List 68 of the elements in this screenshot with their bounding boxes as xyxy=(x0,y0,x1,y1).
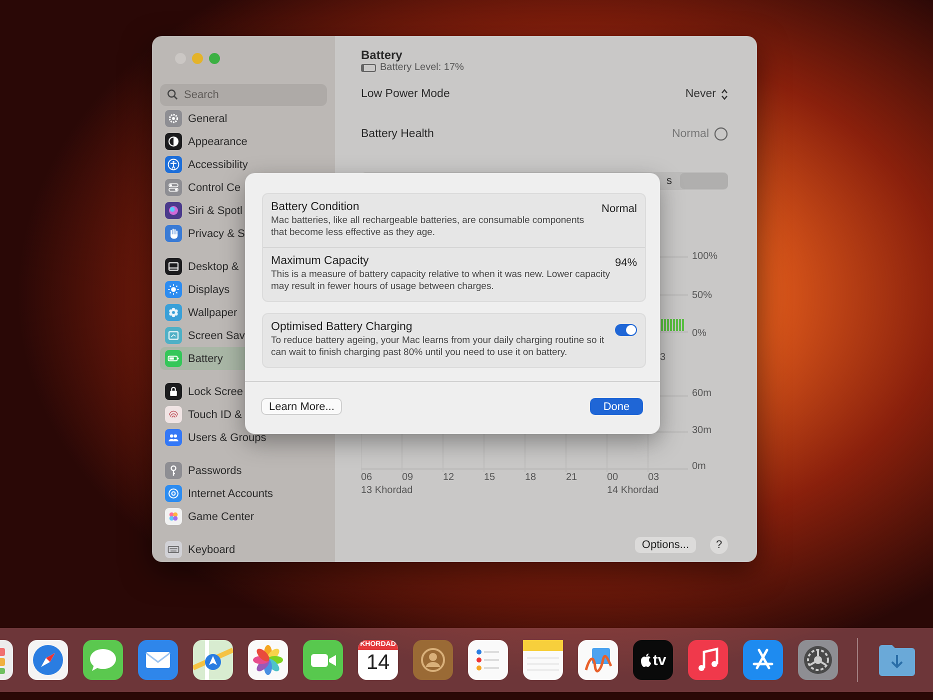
info-button[interactable] xyxy=(714,127,728,141)
setting-description: Mac batteries, like all rechargeable batteries, are consumable components that become less effective as they age. xyxy=(271,215,586,239)
speech-bubble-icon[interactable] xyxy=(83,640,123,680)
date-label: 14 Khordad xyxy=(607,485,659,496)
map-icon[interactable] xyxy=(193,640,233,680)
help-button[interactable]: ? xyxy=(710,536,728,554)
options-button[interactable]: Options... xyxy=(634,537,696,553)
setting-title: Maximum Capacity xyxy=(271,254,370,269)
axis-label: 15 xyxy=(484,472,496,483)
done-button[interactable]: Done xyxy=(590,398,643,415)
sidebar-item[interactable]: Passwords xyxy=(160,459,327,482)
calendar-day: 14 xyxy=(366,650,390,676)
axis-label: 03 xyxy=(648,472,660,483)
axis-label: 21 xyxy=(566,472,578,483)
axis-label: 09 xyxy=(402,472,414,483)
search-field[interactable]: Search xyxy=(160,84,327,106)
folder-icon[interactable] xyxy=(877,642,917,678)
tv-label: tv xyxy=(652,652,666,668)
sidebar-item[interactable]: Game Center xyxy=(160,505,327,528)
battery-level-icon xyxy=(361,64,376,72)
apple-icon xyxy=(640,653,652,667)
setting-value: Normal xyxy=(602,202,637,217)
squiggle-icon[interactable] xyxy=(578,640,618,680)
axis-label: 100% xyxy=(692,251,719,262)
axis-label: 0m xyxy=(692,461,707,472)
axis-label: 06 xyxy=(361,472,372,483)
setting-label: Battery Health xyxy=(361,128,434,140)
axis-label: 60m xyxy=(692,388,712,399)
sidebar-item[interactable]: Internet Accounts xyxy=(160,482,327,505)
axis-label: 50% xyxy=(692,290,714,300)
setting-title: Optimised Battery Charging xyxy=(271,320,414,335)
toggle-switch[interactable] xyxy=(615,324,637,336)
contact-card-icon[interactable] xyxy=(413,640,453,680)
gear-icon[interactable] xyxy=(798,640,838,680)
sidebar-item[interactable]: Users & Groups xyxy=(160,426,327,449)
chevron-up-down-icon xyxy=(721,88,728,100)
envelope-icon[interactable] xyxy=(138,640,178,680)
setting-label: Low Power Mode xyxy=(361,88,450,100)
tv-app-icon[interactable]: tv xyxy=(633,640,673,680)
sidebar-item[interactable]: Accessibility xyxy=(160,153,327,176)
video-camera-icon[interactable] xyxy=(303,640,343,680)
learn-more-button[interactable]: Learn More... xyxy=(261,398,342,415)
sidebar-item[interactable]: Control Ce xyxy=(160,176,327,199)
sidebar-item[interactable]: Appearance xyxy=(160,130,327,153)
axis-label: 18 xyxy=(525,472,536,483)
music-note-icon[interactable] xyxy=(688,640,728,680)
setting-title: Battery Condition xyxy=(271,200,360,215)
setting-description: This is a measure of battery capacity relative to when it was new. Lower capacity may result in fewer hours of usage between charges. xyxy=(271,269,611,293)
axis-label: 0% xyxy=(692,328,708,339)
axis-label: 12 xyxy=(443,472,454,483)
setting-value: Normal xyxy=(672,128,709,140)
notepad-icon[interactable] xyxy=(523,640,563,680)
setting-value: 94% xyxy=(614,256,637,271)
axis-label: 3 xyxy=(660,352,666,363)
axis-label: 30m xyxy=(692,424,712,436)
checklist-icon[interactable] xyxy=(468,640,508,680)
grid-icon[interactable] xyxy=(0,640,13,680)
axis-label: 00 xyxy=(607,472,618,483)
popup-button[interactable]: Never xyxy=(685,88,728,100)
compass-icon[interactable] xyxy=(28,640,68,680)
app-store-icon[interactable] xyxy=(743,640,783,680)
date-label: 13 Khordad xyxy=(361,485,413,496)
sidebar-item[interactable]: General xyxy=(160,107,327,130)
pane-title: Battery xyxy=(361,48,404,62)
flower-icon[interactable] xyxy=(248,640,288,680)
sidebar-item[interactable]: Keyboard xyxy=(160,538,327,561)
battery-level-label: Battery Level: 17% xyxy=(380,62,464,74)
search-icon xyxy=(167,89,178,100)
